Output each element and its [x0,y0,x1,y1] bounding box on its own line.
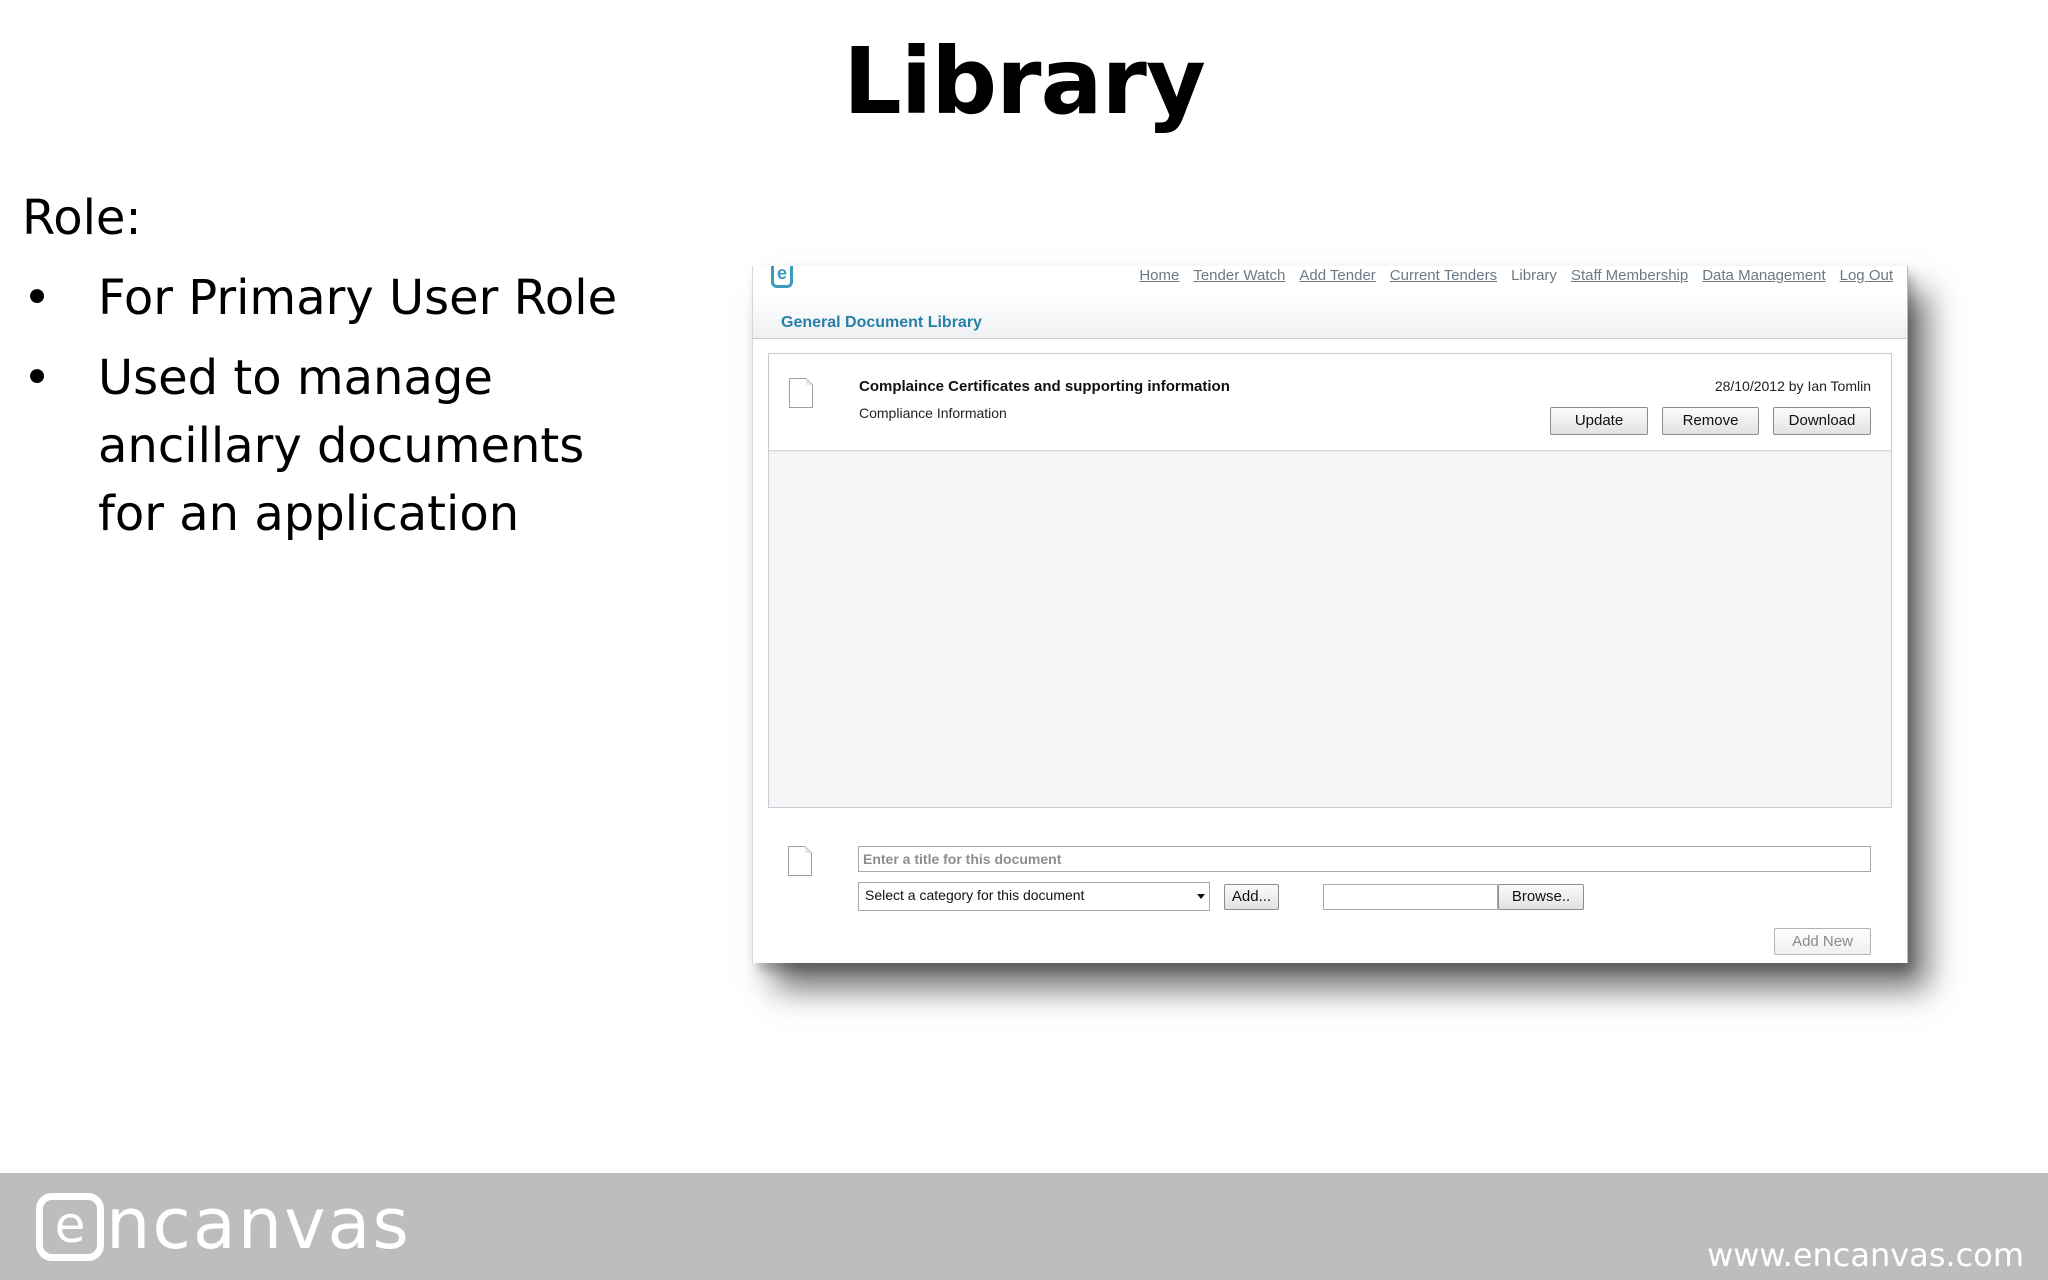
bullet-item: • Used to manage ancillary documents for… [22,344,662,548]
nav-link-data-management[interactable]: Data Management [1702,266,1825,286]
footer-bar: e ncanvas www.encanvas.com [0,1173,2048,1280]
document-category: Compliance Information [859,405,1007,421]
nav-link-add-tender[interactable]: Add Tender [1299,266,1375,286]
update-button[interactable]: Update [1550,407,1648,435]
bullet-text: Used to manage ancillary documents for a… [98,350,585,542]
category-select[interactable]: Select a category for this document [858,882,1210,911]
nav-link-library[interactable]: Library [1511,266,1557,286]
top-nav: Home Tender Watch Add Tender Current Ten… [1139,266,1893,286]
add-new-button[interactable]: Add New [1774,928,1871,955]
bullet-dot-icon: • [22,350,52,406]
app-window: e Home Tender Watch Add Tender Current T… [752,266,1908,963]
download-button[interactable]: Download [1773,407,1871,435]
encanvas-brand-logo: e ncanvas [36,1183,411,1265]
footer-url: www.encanvas.com [1707,1236,2024,1274]
encanvas-logo-icon[interactable]: e [771,266,793,288]
document-actions: Update Remove Download [1550,407,1871,435]
nav-link-log-out[interactable]: Log Out [1840,266,1893,286]
chevron-down-icon [1197,894,1205,899]
new-document-icon [788,846,812,876]
app-header: e Home Tender Watch Add Tender Current T… [753,266,1907,339]
category-select-value: Select a category for this document [865,887,1085,903]
brand-wordmark: ncanvas [106,1183,411,1265]
nav-link-tender-watch[interactable]: Tender Watch [1193,266,1285,286]
document-icon [789,378,813,408]
file-path-field[interactable] [1323,884,1498,910]
document-list: Complaince Certificates and supporting i… [768,353,1892,808]
document-title-input[interactable] [858,846,1871,872]
bullet-dot-icon: • [22,270,52,326]
add-category-button[interactable]: Add... [1224,884,1279,910]
document-meta: 28/10/2012 by Ian Tomlin [1714,378,1871,394]
slide-title: Library [843,28,1206,135]
document-title: Complaince Certificates and supporting i… [859,378,1230,395]
encanvas-e-icon: e [36,1193,104,1261]
new-document-form: Select a category for this document Add.… [768,818,1892,963]
nav-link-staff-membership[interactable]: Staff Membership [1571,266,1688,286]
remove-button[interactable]: Remove [1662,407,1759,435]
document-row: Complaince Certificates and supporting i… [769,354,1891,451]
nav-link-current-tenders[interactable]: Current Tenders [1390,266,1497,286]
bullet-list: • For Primary User Role • Used to manage… [22,264,662,560]
page-heading: General Document Library [781,314,982,331]
bullet-text: For Primary User Role [98,270,618,326]
nav-link-home[interactable]: Home [1139,266,1179,286]
browse-button[interactable]: Browse.. [1498,884,1584,910]
role-label: Role: [22,190,142,246]
bullet-item: • For Primary User Role [22,264,662,332]
